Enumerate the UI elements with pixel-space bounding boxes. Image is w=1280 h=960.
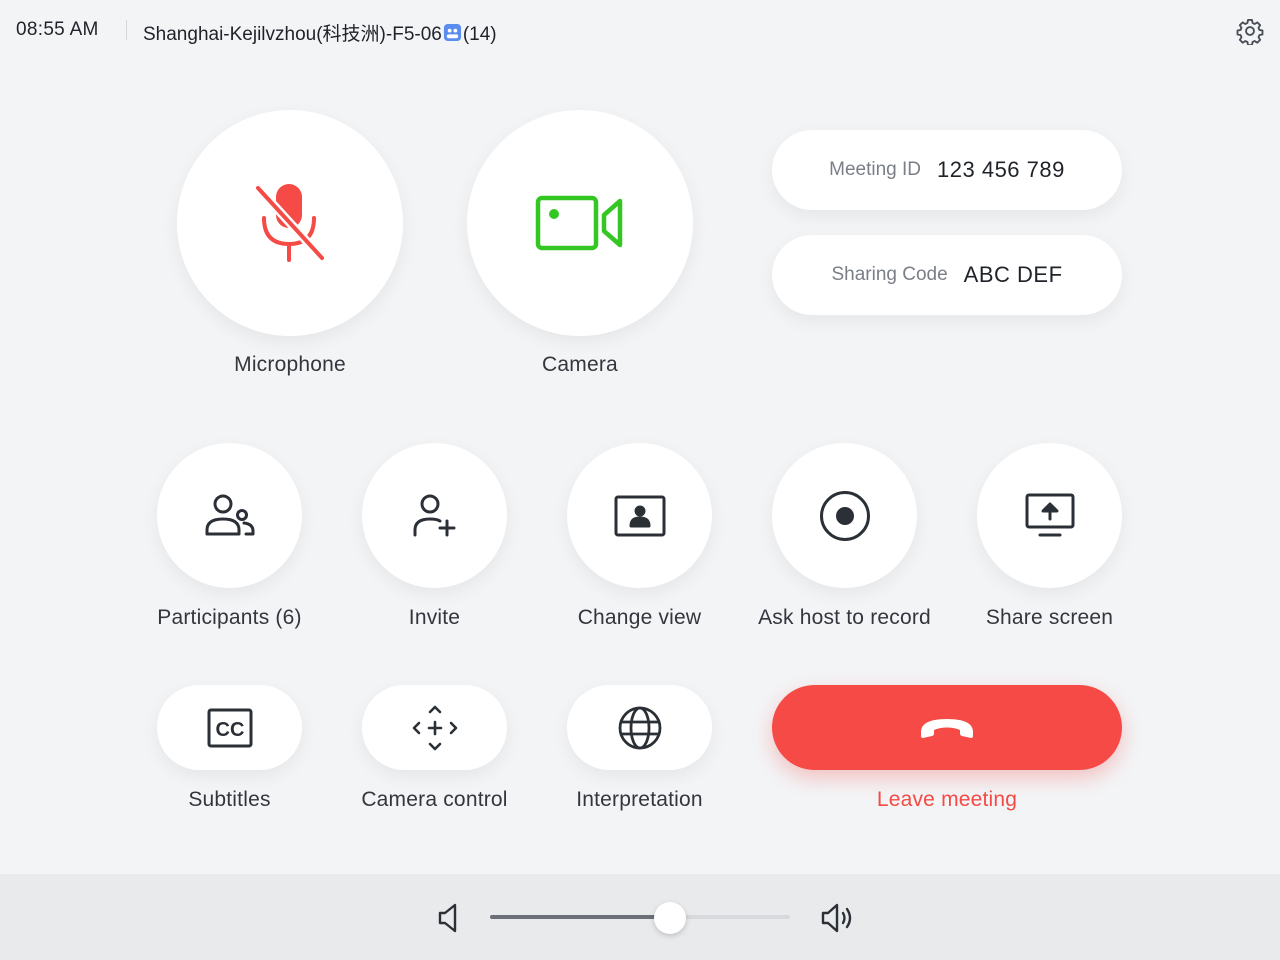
camera-label: Camera: [542, 353, 618, 376]
participants-button[interactable]: [157, 443, 302, 588]
invite-button[interactable]: [362, 443, 507, 588]
share-screen-icon: [1025, 493, 1074, 536]
svg-text:CC: CC: [215, 719, 244, 741]
volume-slider-track[interactable]: [490, 915, 790, 919]
share-screen-button[interactable]: [977, 443, 1122, 588]
room-name: Shanghai-Kejilvzhou(科技洲)-F5-06: [143, 24, 442, 45]
change-view-label: Change view: [577, 606, 702, 629]
subtitles-label: Subtitles: [188, 788, 271, 811]
volume-slider-fill: [490, 915, 670, 919]
add-person-icon: [413, 494, 455, 536]
subtitles-button[interactable]: CC: [157, 685, 302, 770]
camera-button[interactable]: [467, 110, 693, 336]
room-type-icon: [443, 23, 461, 42]
header-divider: [126, 20, 127, 40]
header-bar: 08:55 AM Shanghai-Kejilvzhou(科技洲)-F5-06 (…: [0, 0, 1280, 62]
volume-high-icon[interactable]: [820, 902, 856, 934]
ask-host-record-label: Ask host to record: [758, 606, 931, 629]
microphone-button[interactable]: [177, 110, 403, 336]
gear-icon[interactable]: [1236, 17, 1264, 45]
interpretation-label: Interpretation: [576, 788, 703, 811]
ask-host-record-button[interactable]: [772, 443, 917, 588]
clock: 08:55 AM: [16, 19, 99, 40]
change-view-button[interactable]: [567, 443, 712, 588]
meeting-id-label: Meeting ID: [829, 159, 922, 180]
microphone-off-icon: [253, 183, 327, 263]
leave-meeting-label: Leave meeting: [876, 788, 1018, 811]
interpretation-button[interactable]: [567, 685, 712, 770]
camera-control-button[interactable]: [362, 685, 507, 770]
volume-low-icon[interactable]: [434, 902, 470, 934]
share-screen-label: Share screen: [985, 606, 1114, 629]
room-title: Shanghai-Kejilvzhou(科技洲)-F5-06 (14): [143, 19, 497, 46]
participants-icon: [205, 494, 254, 535]
room-capacity: (14): [462, 24, 497, 45]
sharing-code-value: ABC DEF: [963, 262, 1063, 287]
leave-meeting-button[interactable]: [772, 685, 1122, 770]
camera-control-label: Camera control: [361, 788, 508, 811]
volume-slider-thumb[interactable]: [654, 902, 686, 934]
closed-caption-icon: CC: [207, 708, 252, 747]
camera-control-icon: [412, 705, 457, 750]
meeting-id-value: 123 456 789: [937, 157, 1065, 182]
invite-label: Invite: [408, 606, 461, 629]
meeting-id-card[interactable]: Meeting ID 123 456 789: [772, 130, 1122, 210]
microphone-label: Microphone: [234, 353, 346, 376]
sharing-code-card[interactable]: Sharing Code ABC DEF: [772, 235, 1122, 315]
hang-up-icon: [921, 718, 973, 738]
participants-label: Participants (6): [157, 606, 302, 629]
volume-bar: [0, 874, 1280, 960]
change-view-icon: [614, 495, 665, 536]
record-icon: [819, 490, 870, 541]
video-camera-icon: [535, 195, 623, 251]
globe-icon: [618, 706, 661, 749]
sharing-code-label: Sharing Code: [831, 264, 948, 285]
